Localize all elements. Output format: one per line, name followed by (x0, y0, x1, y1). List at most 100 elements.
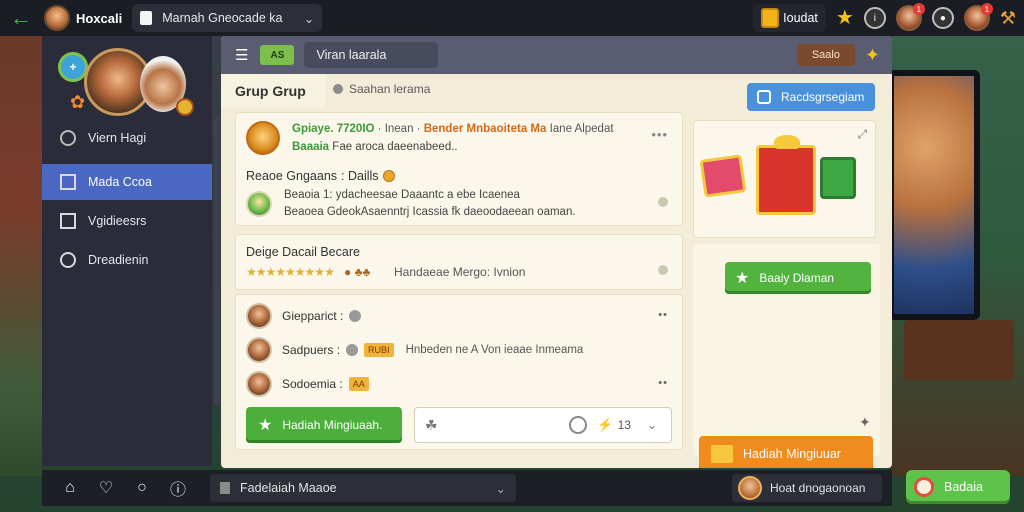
coins-display[interactable]: Ioudat (753, 4, 826, 32)
info-icon[interactable]: i (863, 7, 886, 29)
document-icon (220, 482, 230, 494)
gift-bow-icon (774, 135, 800, 149)
list-item[interactable]: Sodoemia : AA (246, 369, 369, 399)
bag-icon (761, 8, 780, 28)
user-icon (757, 90, 771, 104)
event-body-line: Beaoea GdeokAsaenntrj Icassia fk daeooda… (284, 205, 576, 218)
gift-box-icon (820, 157, 856, 199)
heart-icon[interactable]: ♡ (88, 478, 124, 498)
sidebar-scrollbar[interactable] (214, 116, 220, 406)
panel-chip[interactable]: AS (260, 45, 295, 65)
notification-badge: 1 (980, 3, 993, 15)
star-icon: ★ (735, 270, 750, 287)
search-field[interactable]: Saahan lerama (333, 82, 430, 96)
help-icon (346, 344, 359, 356)
sidebar-item-mada-ccoa[interactable]: Mada Ccoa (42, 164, 212, 200)
refresh-icon[interactable] (569, 416, 588, 434)
weekly-gift-button[interactable]: ★ Hadiah Mingiuaah. (246, 407, 402, 443)
event-card: Gpiaye. 7720IO · Inean · Bender Mnbaoite… (235, 112, 683, 226)
target-icon (914, 477, 934, 497)
document-icon (140, 11, 153, 25)
weekly-reward-button[interactable]: Hadiah Mingiuuar (699, 436, 873, 468)
headline-mid: · Inean · (377, 123, 421, 135)
avatar (738, 476, 762, 500)
bottom-select[interactable]: Fadelaiah Maaoe ⌄ (210, 474, 516, 502)
help-icon (349, 310, 362, 322)
sparkle-icon[interactable]: ✦ (865, 45, 880, 66)
grid-icon[interactable]: •• (658, 309, 668, 321)
sparkle-icon: ✦ (859, 414, 871, 430)
list-item[interactable]: Giepparict : (246, 301, 362, 331)
background-monitor (888, 70, 980, 320)
rating-card: Deige Dacail Becare ★★★★★★★★★ ● ♣♣ Handa… (235, 234, 683, 290)
tab-group[interactable]: Grup Grup (221, 74, 325, 108)
status-dot (658, 265, 668, 275)
square-icon (60, 174, 76, 190)
invite-button[interactable]: Racdsgrsegiam (747, 83, 875, 111)
daily-button[interactable]: ★ Baaiy Dlaman (725, 262, 871, 294)
bottom-select-label: Fadelaiah Maaoe (240, 481, 337, 495)
tool-icon[interactable]: ⚒ (1000, 8, 1016, 29)
reward-actions: ★ Baaiy Dlaman ✦ Hadiah Mingiuuar (693, 244, 880, 468)
user-chip-label: Hoat dnogaonoan (770, 481, 866, 495)
panel-toolbar: ☰ AS Viran laarala Saalo ✦ (221, 36, 892, 74)
search-label: Saahan lerama (349, 82, 431, 96)
settings-icon[interactable]: ● (931, 7, 954, 29)
section-title-tail: : Daills (341, 169, 379, 183)
bolt-icon: ⚡ (597, 417, 614, 432)
event-subline: Baaaia Fae aroca daeenabeed.. (292, 141, 458, 153)
user-chip[interactable]: Hoat dnogaonoan (732, 474, 882, 502)
flower-icon: ✿ (70, 92, 86, 112)
invite-button-label: Racdsgrsegiam (781, 90, 865, 104)
headline-tail: Iane Alpedat (549, 123, 614, 135)
sidebar-item-vgidieesrs[interactable]: Vgidieesrs (42, 203, 212, 239)
main-panel: ☰ AS Viran laarala Saalo ✦ Grup Grup Saa… (221, 36, 892, 468)
sidebar-item-label: Mada Ccoa (88, 175, 152, 189)
status-dot (658, 197, 668, 207)
profile-avatar[interactable]: 1 (963, 3, 993, 31)
search-icon (333, 84, 343, 94)
section-title: Reaoe Gngaans (246, 169, 338, 183)
friend-name: Sadpuers : (282, 343, 341, 357)
panel-badge[interactable]: Saalo (796, 44, 855, 66)
tab-label: Marnah Gneocade ka (162, 11, 283, 25)
home-icon[interactable]: ⌂ (52, 479, 88, 497)
app-title: Hoxcali (76, 10, 123, 26)
coin-icon (382, 170, 395, 182)
avatar (246, 303, 272, 329)
sidebar-item-viern-hagi[interactable]: Viern Hagi (42, 120, 212, 156)
gift-box-icon (699, 154, 747, 198)
rating-stars-icon: ★★★★★★★★★ (246, 265, 335, 279)
help-icon[interactable]: ⓘ (160, 476, 196, 500)
more-icon[interactable]: ••• (651, 127, 668, 142)
corner-action-button[interactable]: Badaia (906, 470, 1010, 504)
event-headline: Gpiaye. 7720IO · Inean · Bender Mnbaoite… (292, 123, 614, 135)
panel-title[interactable]: Viran laarala (304, 42, 439, 68)
expand-icon[interactable]: ⤢ (857, 127, 867, 142)
top-bar: ← Hoxcali Marnah Gneocade ka ⌄ Ioudat ★ … (0, 0, 1024, 36)
headline-orange: Bender Mnbaoiteta Ma (423, 123, 547, 135)
player-avatar[interactable] (246, 191, 272, 217)
tab-selector[interactable]: Marnah Gneocade ka ⌄ (132, 4, 323, 32)
event-body-line: Beaoia 1: ydacheesae Daaantc a ebe Icaen… (284, 189, 520, 201)
back-arrow-icon[interactable]: ← (6, 3, 36, 33)
star-icon[interactable]: ★ (836, 8, 854, 28)
gift-counter: 13 (617, 418, 631, 432)
sidebar-item-dreadienin[interactable]: Dreadienin (42, 242, 212, 278)
rating-subtitle: Handaeae Mergo: Ivnion (394, 265, 526, 279)
sidebar-item-label: Vgidieesrs (88, 214, 147, 228)
square-icon (60, 213, 76, 229)
notification-badge: 1 (912, 3, 925, 15)
list-item[interactable]: Sadpuers : RUBI Hnbeden ne A Von ieaae I… (246, 335, 583, 365)
chat-icon[interactable]: ○ (124, 479, 160, 497)
coins-label: Ioudat (783, 11, 818, 25)
app-avatar[interactable] (44, 5, 70, 31)
chevron-down-icon[interactable]: ⌄ (647, 418, 657, 432)
menu-icon[interactable]: ☰ (235, 46, 248, 64)
background-desk (904, 320, 1014, 380)
gift-input[interactable]: ☘ ⚡ 13 ⌄ (414, 407, 672, 443)
friend-avatar[interactable]: 1 (895, 3, 925, 31)
gift-preview-card[interactable]: ⤢ (693, 120, 876, 238)
sidebar-header: + ✿ (58, 44, 198, 124)
grid-icon[interactable]: •• (658, 377, 668, 389)
